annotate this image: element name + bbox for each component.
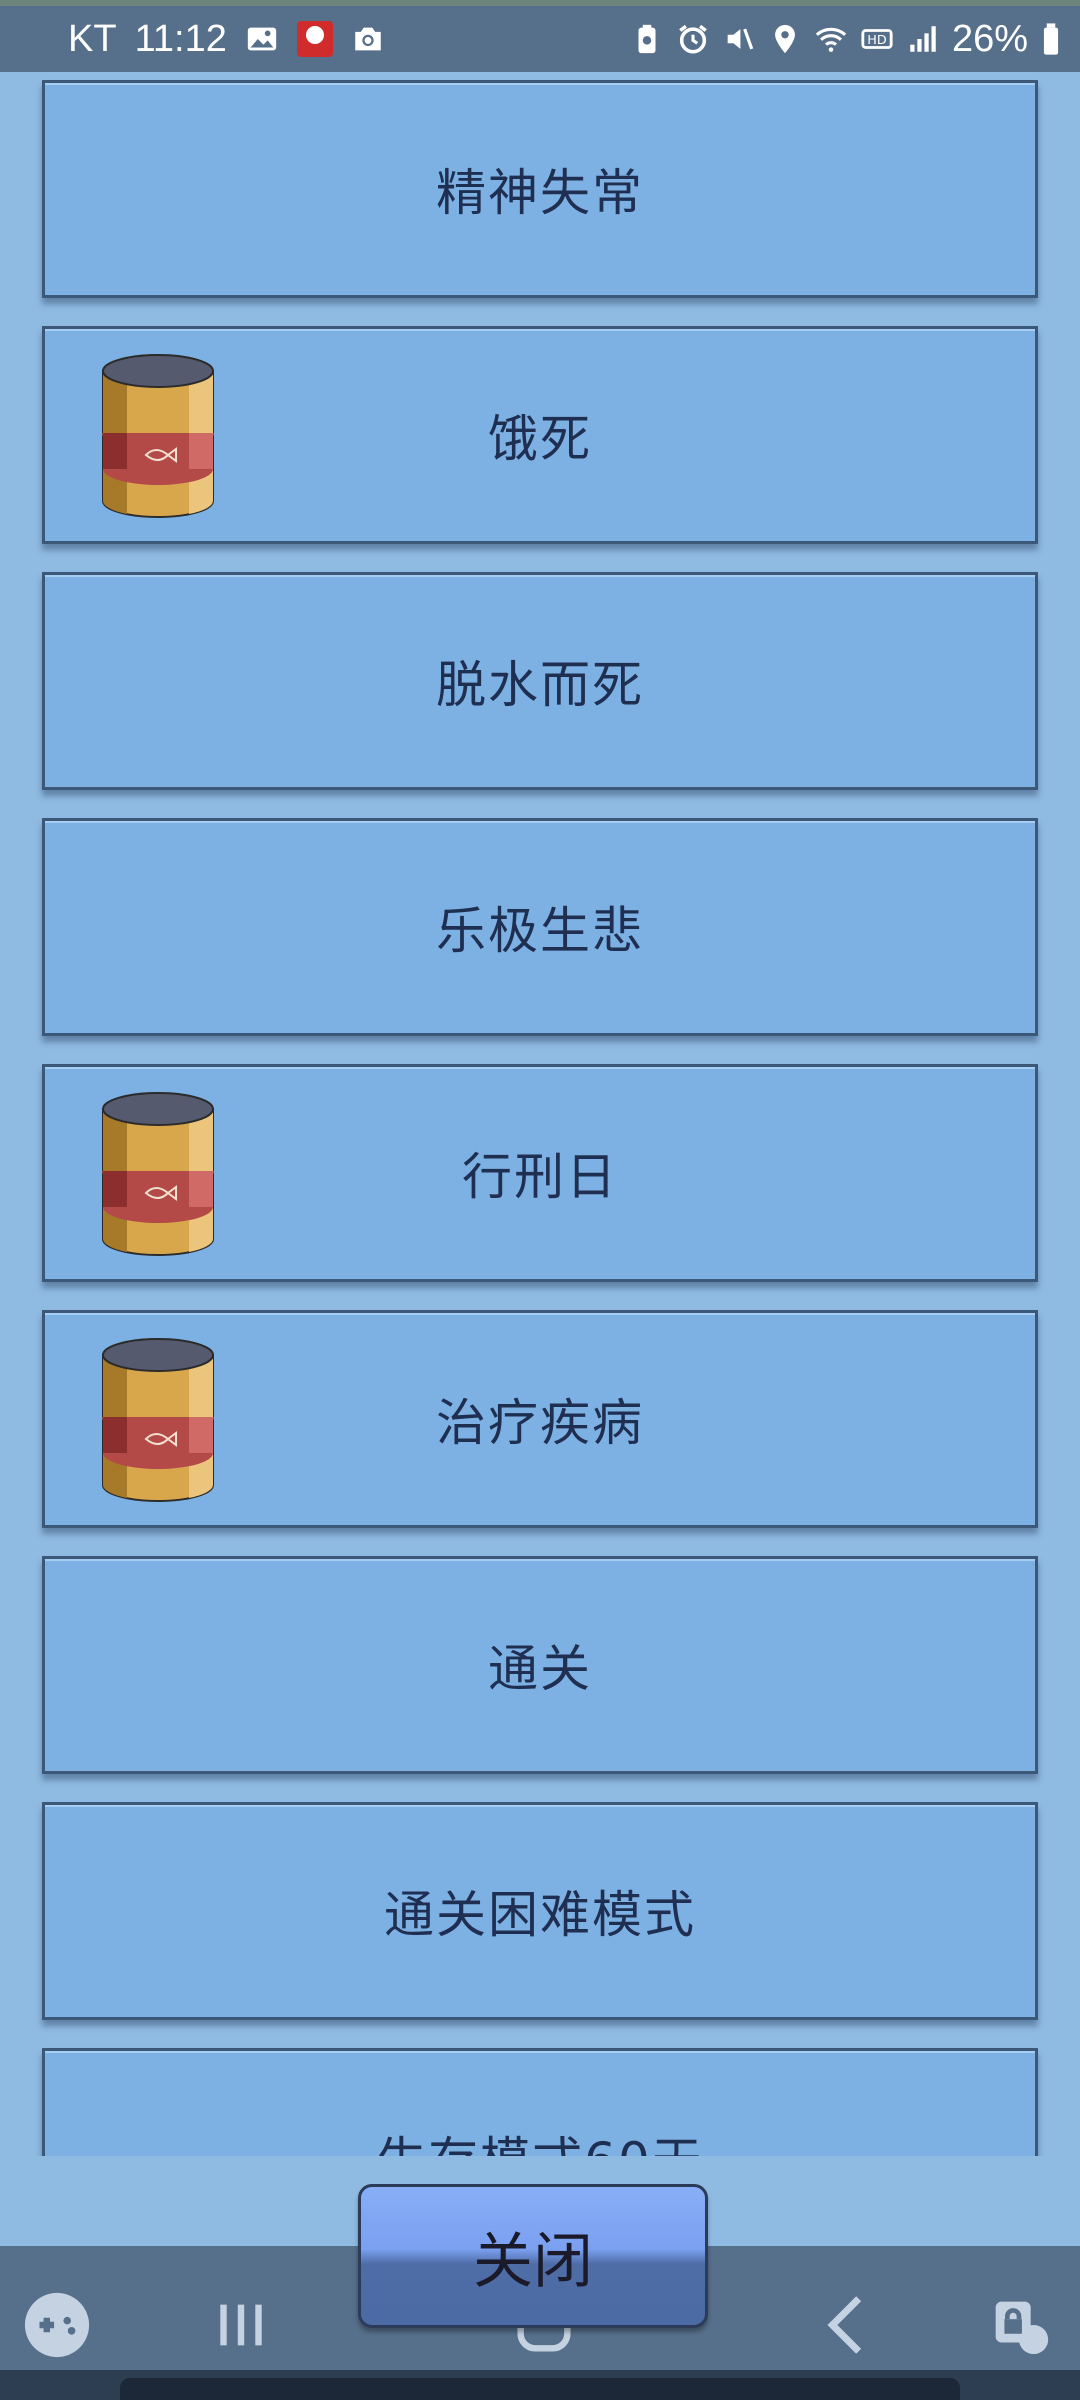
gallery-icon [245,22,279,56]
achievement-label: 脱水而死 [436,656,644,714]
mute-icon [722,22,756,56]
battery-icon [1040,22,1062,56]
achievement-label: 精神失常 [436,164,644,222]
battery-percent: 26% [951,17,1028,60]
achievement-item[interactable]: 精神失常 [42,80,1038,298]
hd-voice-icon: HD [860,22,894,56]
back-icon[interactable] [812,2290,882,2360]
fish-can-icon [102,1092,214,1256]
signal-icon [906,22,940,56]
achievement-label: 治疗疾病 [436,1394,644,1452]
close-button-label: 关闭 [473,2226,593,2297]
screen-lock-icon[interactable] [984,2290,1054,2360]
close-button[interactable]: 关闭 [358,2184,708,2328]
alarm-icon [676,22,710,56]
svg-text:HD: HD [867,33,887,48]
fish-can-icon [102,354,214,518]
wifi-icon [814,22,848,56]
battery-saver-icon [630,22,664,56]
achievement-item[interactable]: 行刑日 [42,1064,1038,1282]
carrier-label: KT [68,17,117,60]
achievement-list[interactable]: 精神失常 饿死脱水而死乐极生悲 行刑日 治疗疾病通关通关困难模式生存模式60天 [0,72,1080,2156]
fish-can-icon [102,1338,214,1502]
navigation-bar-edge [0,2370,1080,2400]
game-tools-icon[interactable] [22,2290,92,2360]
achievement-label: 通关困难模式 [384,1886,696,1944]
achievement-label: 生存模式60天 [376,2121,704,2156]
achievement-item[interactable]: 生存模式60天 [42,2048,1038,2156]
achievement-label: 饿死 [488,410,592,468]
achievement-item[interactable]: 通关 [42,1556,1038,1774]
status-bar: KT 11:12 HD 26% [0,0,1080,72]
achievement-label: 行刑日 [462,1148,618,1206]
clock: 11:12 [134,17,227,60]
recent-apps-icon[interactable] [206,2290,276,2360]
achievement-item[interactable]: 治疗疾病 [42,1310,1038,1528]
achievement-item[interactable]: 脱水而死 [42,572,1038,790]
achievement-item[interactable]: 乐极生悲 [42,818,1038,1036]
camera-icon [351,22,385,56]
achievement-label: 乐极生悲 [436,902,644,960]
achievement-item[interactable]: 通关困难模式 [42,1802,1038,2020]
achievement-label: 通关 [488,1640,592,1698]
achievement-item[interactable]: 饿死 [42,326,1038,544]
location-icon [768,22,802,56]
app-notification-icon [296,21,333,57]
